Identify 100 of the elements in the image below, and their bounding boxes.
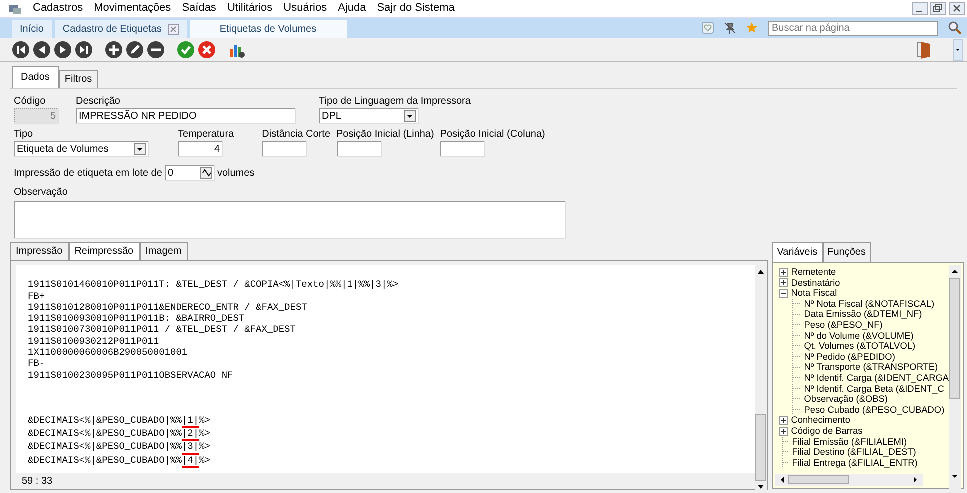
- search-field[interactable]: Buscar na página: [768, 20, 938, 36]
- remove-icon[interactable]: [147, 40, 165, 58]
- menu-item[interactable]: Ajuda: [338, 0, 366, 17]
- pin-icon[interactable]: [724, 22, 736, 34]
- code-line: %>: [199, 414, 210, 428]
- tree-connector: [791, 299, 802, 310]
- next-icon[interactable]: [54, 40, 72, 58]
- tab[interactable]: Início: [12, 20, 52, 38]
- code-line: 1911S0100930212P011P011: [28, 336, 160, 348]
- code-line: 1911S0101280010P011P011&ENDERECO_ENTR / &FAX_DEST: [28, 302, 308, 314]
- field-label: Distância Corte: [262, 128, 330, 141]
- tree-item[interactable]: Código de Barras: [791, 426, 863, 436]
- field-label: Tipo de Linguagem da Impressora: [319, 95, 471, 108]
- tree-item[interactable]: Nota Fiscal: [791, 288, 838, 299]
- tree-connector: [791, 405, 802, 416]
- tab[interactable]: Imagem: [140, 242, 188, 260]
- tree-item[interactable]: Filial Emissão (&FILIALEMI): [792, 436, 908, 448]
- code-line: %>: [199, 441, 210, 454]
- restore-icon[interactable]: [930, 2, 946, 15]
- tree-item[interactable]: Peso (&PESO_NF): [804, 320, 883, 331]
- expand-icon[interactable]: [779, 416, 788, 426]
- menu-item[interactable]: Cadastros: [33, 0, 84, 17]
- menu-item[interactable]: Movimentações: [94, 0, 172, 17]
- field-label: Posição Inicial (Linha): [336, 128, 434, 141]
- tree-item[interactable]: Peso Cubado (&PESO_CUBADO): [804, 404, 945, 416]
- tree-item[interactable]: Nº Transporte (&TRANSPORTE): [804, 362, 938, 373]
- field-label: Descrição: [76, 95, 120, 108]
- highlighted-code: |2|: [182, 428, 200, 442]
- star-icon[interactable]: [746, 22, 758, 34]
- door-icon[interactable]: [917, 40, 931, 58]
- tab[interactable]: Cadastro de Etiquetas: [54, 20, 187, 38]
- menu-item[interactable]: Saídas: [182, 0, 216, 17]
- collapse-icon[interactable]: [779, 288, 788, 298]
- dropdown[interactable]: DPL: [319, 108, 419, 124]
- expand-icon[interactable]: [779, 426, 788, 436]
- tab[interactable]: Variáveis: [772, 242, 823, 262]
- spin-icon[interactable]: [200, 167, 212, 179]
- tree-connector: [791, 384, 802, 394]
- tab[interactable]: Funções: [822, 242, 871, 262]
- previous-icon[interactable]: [33, 40, 51, 58]
- dropdown[interactable]: Etiqueta de Volumes: [14, 141, 149, 157]
- minimize-icon[interactable]: [912, 2, 928, 15]
- code-line: 1911S0100230095P011P011OBSERVACAO NF: [28, 370, 234, 381]
- tree-item[interactable]: Remetente: [791, 267, 836, 278]
- tree-item[interactable]: Filial Entrega (&FILIAL_ENTR): [792, 458, 918, 468]
- tree-item[interactable]: Destinatário: [791, 278, 840, 288]
- caret-icon[interactable]: [134, 143, 146, 155]
- tab[interactable]: Reimpressão: [68, 242, 140, 260]
- tree-item[interactable]: Observação (&OBS): [804, 394, 888, 405]
- highlighted-code: |4|: [182, 454, 200, 468]
- tree-connector: [791, 320, 802, 330]
- cursor-position: 59 : 33: [22, 476, 53, 487]
- last-icon[interactable]: [75, 40, 93, 58]
- tab[interactable]: Dados: [12, 66, 59, 88]
- first-icon[interactable]: [12, 40, 30, 58]
- spin-field[interactable]: 0: [164, 165, 215, 181]
- code-line: &DECIMAIS<%|&PESO_CUBADO|%%: [28, 414, 182, 428]
- tree-item[interactable]: Conhecimento: [791, 415, 850, 426]
- edit-icon[interactable]: [126, 40, 144, 58]
- horizontal-scrollbar[interactable]: [775, 474, 924, 486]
- code-line: &DECIMAIS<%|&PESO_CUBADO|%%: [28, 441, 182, 454]
- expand-icon[interactable]: [779, 268, 788, 277]
- tree-item[interactable]: Qt. Volumes (&TOTALVOL): [804, 341, 916, 352]
- tree-item[interactable]: Nº do Volume (&VOLUME): [804, 330, 914, 342]
- tab[interactable]: Etiquetas de Volumes: [190, 20, 347, 38]
- menu-item[interactable]: Usuários: [284, 0, 328, 17]
- input-field[interactable]: 4: [178, 141, 223, 157]
- input-field[interactable]: IMPRESSÃO NR PEDIDO: [76, 108, 296, 124]
- tree-item[interactable]: Nº Pedido (&PEDIDO): [804, 352, 896, 362]
- input-field[interactable]: [336, 141, 382, 157]
- app-icon: [8, 2, 22, 14]
- tree-item[interactable]: Filial Destino (&FILIAL_DEST): [792, 447, 916, 458]
- tree-item[interactable]: Nº Identif. Carga (&IDENT_CARGA: [804, 372, 949, 384]
- field-label: Temperatura: [178, 128, 234, 141]
- close-icon[interactable]: [168, 24, 179, 34]
- close-icon[interactable]: [948, 2, 964, 15]
- search-icon[interactable]: [948, 21, 962, 35]
- text-area[interactable]: [14, 201, 566, 239]
- tree-connector: [791, 341, 802, 352]
- caret-icon[interactable]: [404, 110, 416, 122]
- field-label: Tipo: [14, 128, 34, 141]
- tree-item[interactable]: Nº Nota Fiscal (&NOTAFISCAL): [804, 298, 935, 310]
- input-field[interactable]: [262, 141, 308, 157]
- menu-item[interactable]: Utilitários: [227, 0, 273, 17]
- tab[interactable]: Impressão: [10, 242, 69, 260]
- tree-connector: [791, 330, 802, 341]
- code-line: %>: [199, 454, 210, 468]
- menu-item[interactable]: Sajr do Sistema: [377, 0, 455, 17]
- field-label: volumes: [217, 166, 255, 180]
- field-label: Observação: [14, 186, 68, 199]
- cancel-icon[interactable]: [198, 40, 216, 58]
- expand-icon[interactable]: [779, 278, 788, 288]
- tree-item[interactable]: Nº Identif. Carga Beta (&IDENT_C: [804, 384, 944, 394]
- dropdown-icon[interactable]: [953, 38, 963, 60]
- input-field[interactable]: [440, 141, 486, 157]
- confirm-icon[interactable]: [177, 40, 195, 58]
- tree-item[interactable]: Data Emissão (&DTEMI_NF): [804, 309, 922, 320]
- code-line: FB+: [28, 290, 46, 302]
- add-icon[interactable]: [105, 40, 123, 58]
- tab[interactable]: Filtros: [58, 70, 98, 88]
